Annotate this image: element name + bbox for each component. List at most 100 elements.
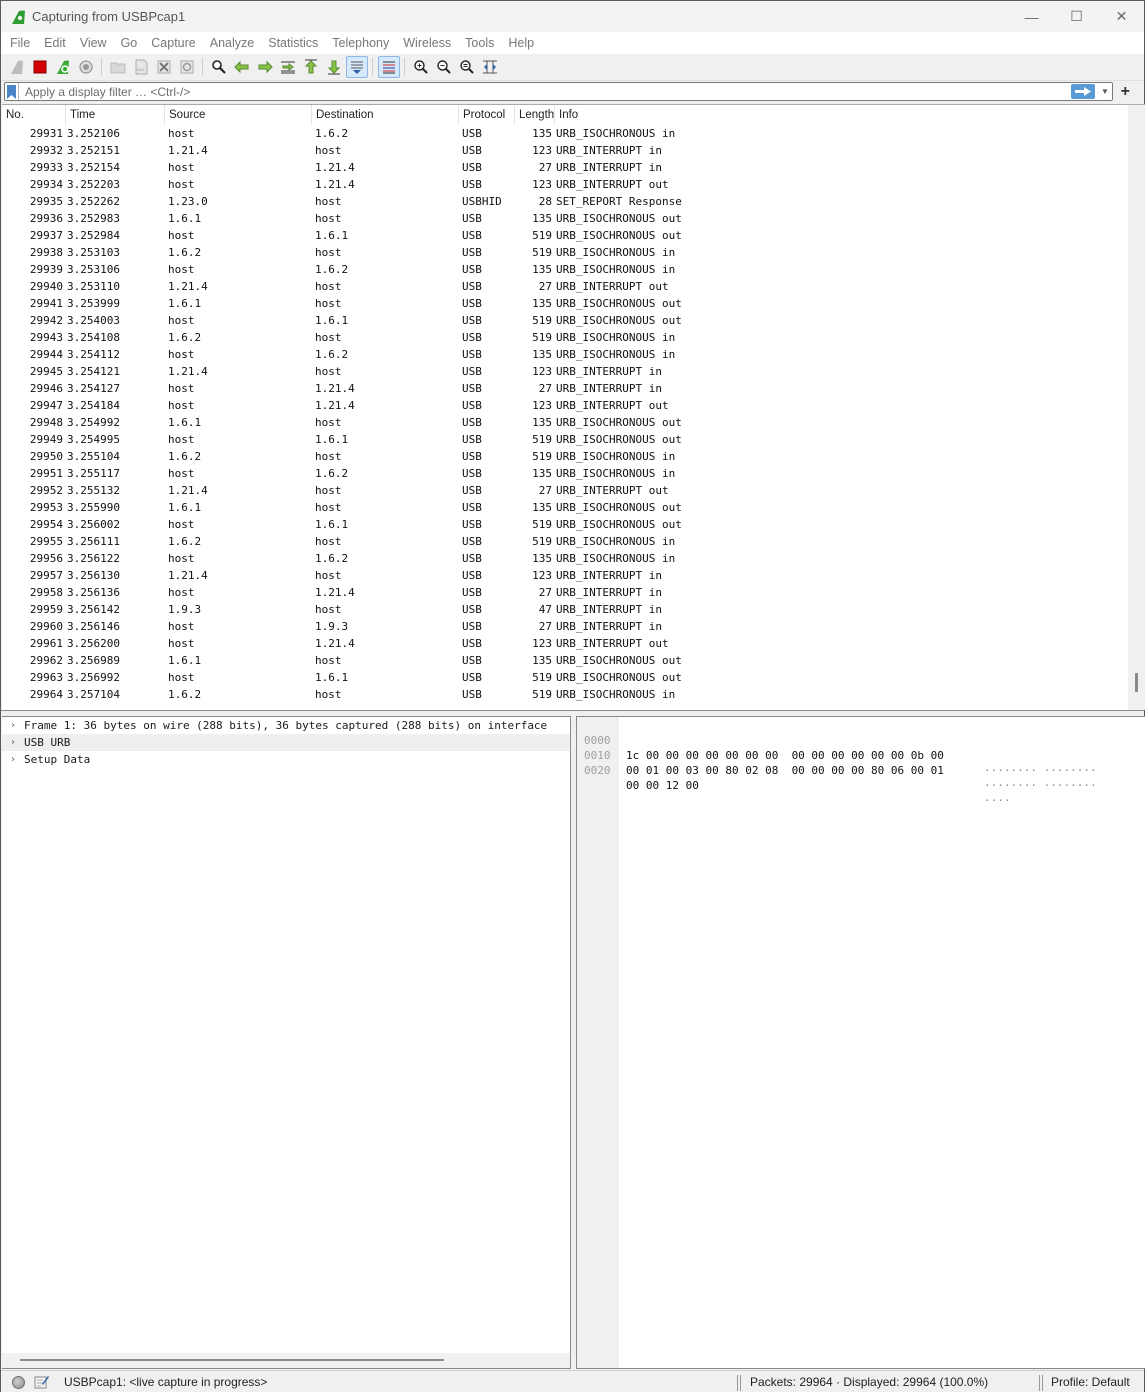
- capture-comment-icon[interactable]: [34, 1375, 50, 1389]
- menu-view[interactable]: View: [73, 36, 114, 50]
- byte-row[interactable]: 0010 00 01 00 03 00 80 02 08 00 00 00 00…: [577, 733, 1097, 792]
- expand-arrow-icon[interactable]: ›: [2, 754, 24, 765]
- expert-info-icon[interactable]: [12, 1375, 25, 1389]
- start-capture-button[interactable]: [6, 56, 28, 78]
- packet-row[interactable]: 29941 3.253999 1.6.1 host USB 135 URB_ISOCHRON…: [2, 295, 1145, 312]
- go-back-button[interactable]: [231, 56, 253, 78]
- minimize-button[interactable]: —: [1009, 1, 1054, 32]
- byte-hex[interactable]: 1c 00 00 00 00 00 00 00 00 00 00 00 00 0…: [626, 748, 944, 763]
- byte-hex[interactable]: 00 00 12 00: [626, 778, 699, 793]
- colorize-button[interactable]: [377, 56, 400, 78]
- packet-row[interactable]: 29963 3.256992 host 1.6.1 USB 519 URB_ISOCHRON…: [2, 669, 1145, 686]
- add-filter-button[interactable]: +: [1121, 82, 1130, 101]
- menu-tools[interactable]: Tools: [458, 36, 501, 50]
- packet-row[interactable]: 29953 3.255990 1.6.1 host USB 135 URB_ISOCHRON…: [2, 499, 1145, 516]
- packet-row[interactable]: 29957 3.256130 1.21.4 host USB 123 URB_INTERRU…: [2, 567, 1145, 584]
- tree-item-setup-data[interactable]: › Setup Data: [2, 751, 570, 768]
- packet-row[interactable]: 29939 3.253106 host 1.6.2 USB 135 URB_ISOCHRON…: [2, 261, 1145, 278]
- capture-options-button[interactable]: [75, 56, 97, 78]
- packet-row[interactable]: 29936 3.252983 1.6.1 host USB 135 URB_ISOCHRON…: [2, 210, 1145, 227]
- save-file-button[interactable]: 010: [130, 56, 152, 78]
- packet-row[interactable]: 29935 3.252262 1.23.0 host USBHID 28 SET_REPOR…: [2, 193, 1145, 210]
- normal-size-button[interactable]: [456, 56, 478, 78]
- tree-item-frame[interactable]: › Frame 1: 36 bytes on wire (288 bits), …: [2, 717, 570, 734]
- zoom-out-button[interactable]: [433, 56, 455, 78]
- packet-row[interactable]: 29934 3.252203 host 1.21.4 USB 123 URB_INTERRU…: [2, 176, 1145, 193]
- profile-selector[interactable]: Profile: Default: [1051, 1375, 1130, 1389]
- byte-row[interactable]: 0020 00 00 12 00 ····: [577, 748, 1011, 807]
- packet-row[interactable]: 29955 3.256111 1.6.2 host USB 519 URB_ISOCHRON…: [2, 533, 1145, 550]
- packet-row[interactable]: 29962 3.256989 1.6.1 host USB 135 URB_ISOCHRON…: [2, 652, 1145, 669]
- packet-row[interactable]: 29954 3.256002 host 1.6.1 USB 519 URB_ISOCHRON…: [2, 516, 1145, 533]
- filter-bookmark-button[interactable]: [5, 83, 19, 100]
- menu-wireless[interactable]: Wireless: [396, 36, 458, 50]
- packet-row[interactable]: 29950 3.255104 1.6.2 host USB 519 URB_ISOCHRON…: [2, 448, 1145, 465]
- tree-item-usb-urb[interactable]: › USB URB: [2, 734, 570, 751]
- details-horizontal-scrollbar[interactable]: [2, 1353, 570, 1368]
- menu-file[interactable]: File: [3, 36, 37, 50]
- close-button[interactable]: ✕: [1099, 1, 1144, 32]
- column-header-destination[interactable]: Destination: [312, 105, 459, 125]
- menu-analyze[interactable]: Analyze: [203, 36, 261, 50]
- packet-list[interactable]: No. Time Source Destination Protocol Len…: [2, 104, 1145, 710]
- column-header-no[interactable]: No.: [2, 105, 66, 125]
- packet-row[interactable]: 29948 3.254992 1.6.1 host USB 135 URB_ISOCHRON…: [2, 414, 1145, 431]
- byte-hex[interactable]: 00 01 00 03 00 80 02 08 00 00 00 00 80 0…: [626, 763, 944, 778]
- menu-statistics[interactable]: Statistics: [261, 36, 325, 50]
- column-header-length[interactable]: Length: [515, 105, 555, 125]
- packet-row[interactable]: 29942 3.254003 host 1.6.1 USB 519 URB_ISOCHRON…: [2, 312, 1145, 329]
- packet-row[interactable]: 29949 3.254995 host 1.6.1 USB 519 URB_ISOCHRON…: [2, 431, 1145, 448]
- packet-row[interactable]: 29937 3.252984 host 1.6.1 USB 519 URB_ISOCHRON…: [2, 227, 1145, 244]
- packet-row[interactable]: 29933 3.252154 host 1.21.4 USB 27 URB_INTERRUP…: [2, 159, 1145, 176]
- menu-go[interactable]: Go: [114, 36, 145, 50]
- packet-row[interactable]: 29943 3.254108 1.6.2 host USB 519 URB_ISOCHRON…: [2, 329, 1145, 346]
- packet-row[interactable]: 29944 3.254112 host 1.6.2 USB 135 URB_ISOCHRON…: [2, 346, 1145, 363]
- open-file-button[interactable]: [107, 56, 129, 78]
- column-header-source[interactable]: Source: [165, 105, 312, 125]
- byte-ascii[interactable]: ········ ········: [984, 778, 1097, 793]
- restart-capture-button[interactable]: [52, 56, 74, 78]
- stop-capture-button[interactable]: [29, 56, 51, 78]
- packet-list-scrollbar[interactable]: [1128, 105, 1145, 710]
- packet-row[interactable]: 29952 3.255132 1.21.4 host USB 27 URB_INTERRUP…: [2, 482, 1145, 499]
- auto-scroll-button[interactable]: [345, 56, 368, 78]
- filter-history-dropdown[interactable]: ▼: [1098, 83, 1112, 100]
- column-header-time[interactable]: Time: [66, 105, 165, 125]
- packet-row[interactable]: 29940 3.253110 1.21.4 host USB 27 URB_INTERRUP…: [2, 278, 1145, 295]
- resize-columns-button[interactable]: [479, 56, 501, 78]
- packet-row[interactable]: 29945 3.254121 1.21.4 host USB 123 URB_INTERRU…: [2, 363, 1145, 380]
- go-forward-button[interactable]: [254, 56, 276, 78]
- packet-row[interactable]: 29960 3.256146 host 1.9.3 USB 27 URB_INTERRUPT…: [2, 618, 1145, 635]
- packet-row[interactable]: 29938 3.253103 1.6.2 host USB 519 URB_ISOCHRON…: [2, 244, 1145, 261]
- menu-capture[interactable]: Capture: [144, 36, 202, 50]
- menu-telephony[interactable]: Telephony: [325, 36, 396, 50]
- packet-row[interactable]: 29956 3.256122 host 1.6.2 USB 135 URB_ISOCHRON…: [2, 550, 1145, 567]
- first-packet-button[interactable]: [300, 56, 322, 78]
- find-packet-button[interactable]: [208, 56, 230, 78]
- column-header-protocol[interactable]: Protocol: [459, 105, 515, 125]
- byte-ascii[interactable]: ····: [984, 793, 1011, 808]
- packet-row[interactable]: 29931 3.252106 host 1.6.2 USB 135 URB_ISOCHRON…: [2, 125, 1145, 142]
- packet-row[interactable]: 29951 3.255117 host 1.6.2 USB 135 URB_ISOCHRON…: [2, 465, 1145, 482]
- packet-row[interactable]: 29946 3.254127 host 1.21.4 USB 27 URB_INTERRUP…: [2, 380, 1145, 397]
- column-header-info[interactable]: Info: [555, 105, 1145, 125]
- packet-row[interactable]: 29947 3.254184 host 1.21.4 USB 123 URB_INTERRU…: [2, 397, 1145, 414]
- expand-arrow-icon[interactable]: ›: [2, 737, 24, 748]
- apply-filter-button[interactable]: [1071, 84, 1095, 99]
- maximize-button[interactable]: ☐: [1054, 1, 1099, 32]
- packet-row[interactable]: 29958 3.256136 host 1.21.4 USB 27 URB_INTERRUP…: [2, 584, 1145, 601]
- scrollbar-thumb[interactable]: [1135, 673, 1138, 692]
- display-filter-input[interactable]: [19, 84, 1071, 99]
- packet-row[interactable]: 29961 3.256200 host 1.21.4 USB 123 URB_INTERRU…: [2, 635, 1145, 652]
- go-to-packet-button[interactable]: [277, 56, 299, 78]
- close-file-button[interactable]: [153, 56, 175, 78]
- menu-edit[interactable]: Edit: [37, 36, 73, 50]
- packet-row[interactable]: 29964 3.257104 1.6.2 host USB 519 URB_ISOCHRON…: [2, 686, 1145, 703]
- last-packet-button[interactable]: [323, 56, 345, 78]
- packet-row[interactable]: 29959 3.256142 1.9.3 host USB 47 URB_INTERRUPT…: [2, 601, 1145, 618]
- packet-row[interactable]: 29932 3.252151 1.21.4 host USB 123 URB_INTERRU…: [2, 142, 1145, 159]
- expand-arrow-icon[interactable]: ›: [2, 720, 24, 731]
- zoom-in-button[interactable]: [410, 56, 432, 78]
- reload-file-button[interactable]: [176, 56, 198, 78]
- byte-row[interactable]: 0000 1c 00 00 00 00 00 00 00 00 00 00 00…: [577, 718, 1097, 777]
